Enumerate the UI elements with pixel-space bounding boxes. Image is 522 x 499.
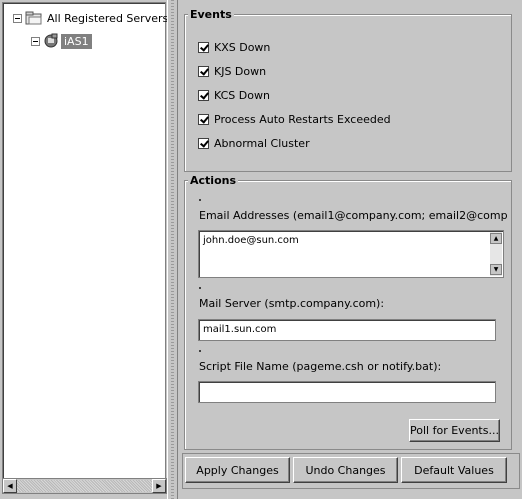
kcs-down-label: KCS Down <box>214 89 270 102</box>
mail-server-label: Mail Server (smtp.company.com): <box>199 297 385 310</box>
poll-for-events-button[interactable]: Poll for Events... <box>409 419 500 442</box>
events-title: Events <box>188 8 234 21</box>
default-values-button[interactable]: Default Values <box>401 457 507 483</box>
scroll-left-icon[interactable]: ◀ <box>3 479 17 493</box>
scroll-right-icon[interactable]: ▶ <box>152 479 166 493</box>
checkbox-checked-icon[interactable] <box>198 90 209 101</box>
kxs-down-checkbox[interactable]: KXS Down <box>198 41 270 54</box>
tree-root-node[interactable]: All Registered Servers <box>13 11 168 25</box>
tree-horizontal-scrollbar[interactable]: ◀ ▶ <box>2 478 167 494</box>
undo-changes-button[interactable]: Undo Changes <box>293 457 398 483</box>
email-addresses-textarea[interactable]: john.doe@sun.com ▲ ▼ <box>198 230 504 278</box>
checkbox-checked-icon[interactable] <box>198 138 209 149</box>
email-vertical-scrollbar[interactable]: ▲ ▼ <box>490 232 502 276</box>
script-file-input[interactable] <box>198 381 496 403</box>
scroll-up-icon[interactable]: ▲ <box>490 233 502 244</box>
tree-server-node[interactable]: iAS1 <box>31 33 92 49</box>
mail-server-input[interactable]: mail1.sun.com <box>198 319 496 341</box>
kjs-down-checkbox[interactable]: KJS Down <box>198 65 266 78</box>
process-auto-restarts-checkbox[interactable]: Process Auto Restarts Exceeded <box>198 113 391 126</box>
kjs-down-label: KJS Down <box>214 65 267 78</box>
server-icon <box>43 33 59 49</box>
abnormal-cluster-checkbox[interactable]: Abnormal Cluster <box>198 137 310 150</box>
process-auto-restarts-label: Process Auto Restarts Exceeded <box>214 113 391 126</box>
separator-dot <box>199 287 201 289</box>
servers-folder-icon <box>25 11 43 25</box>
scroll-track[interactable] <box>17 480 152 492</box>
pane-splitter[interactable] <box>167 0 178 499</box>
tree-root-label: All Registered Servers <box>47 11 169 25</box>
kcs-down-checkbox[interactable]: KCS Down <box>198 89 270 102</box>
separator-dot <box>199 199 201 201</box>
actions-title: Actions <box>188 174 238 187</box>
server-tree[interactable]: All Registered Servers iAS1 <box>2 2 168 479</box>
kxs-down-label: KXS Down <box>214 41 271 54</box>
mail-server-value: mail1.sun.com <box>203 324 277 335</box>
script-file-label: Script File Name (pageme.csh or notify.b… <box>199 360 442 373</box>
email-addresses-value: john.doe@sun.com <box>203 235 299 246</box>
checkbox-checked-icon[interactable] <box>198 66 209 77</box>
checkbox-checked-icon[interactable] <box>198 114 209 125</box>
separator-dot <box>199 350 201 352</box>
email-addresses-label: Email Addresses (email1@company.com; ema… <box>199 209 508 222</box>
collapse-icon[interactable] <box>31 36 40 46</box>
abnormal-cluster-label: Abnormal Cluster <box>214 137 310 150</box>
collapse-icon[interactable] <box>13 13 22 23</box>
tree-server-label: iAS1 <box>61 33 92 49</box>
apply-changes-button[interactable]: Apply Changes <box>185 457 290 483</box>
checkbox-checked-icon[interactable] <box>198 42 209 53</box>
scroll-down-icon[interactable]: ▼ <box>490 264 502 275</box>
